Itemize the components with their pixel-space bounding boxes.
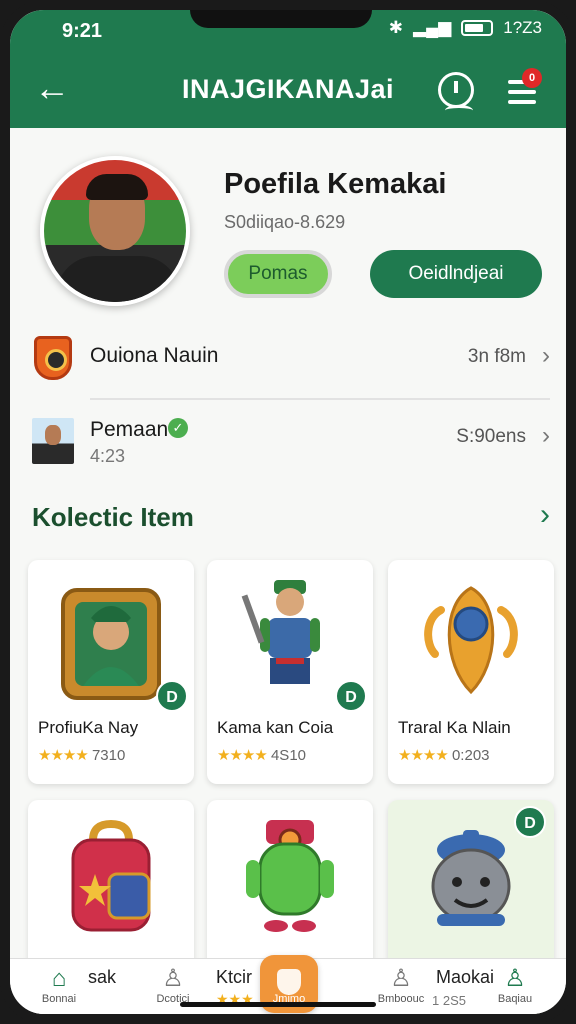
star-icon: ★★★★ — [217, 747, 268, 764]
star-icon: ★★★★ — [38, 747, 89, 764]
status-icons: ✱ ▂▄▆ 1?Z3 — [389, 18, 542, 38]
rating-value: 7310 — [91, 747, 126, 764]
verified-icon: ✓ — [168, 418, 188, 438]
phone-screen: 9:21 ✱ ▂▄▆ 1?Z3 ← INAJGIKANAJai 0 Poefil… — [0, 0, 576, 1024]
signal-icon: ▂▄▆ — [413, 18, 452, 37]
tab-extra-text: Ktcir — [216, 967, 252, 987]
rating-value: 4S10 — [270, 747, 307, 764]
avatar-hair — [86, 174, 148, 200]
notch — [190, 10, 372, 28]
card-rating: ★★★★ 7310 — [38, 746, 125, 764]
row-label: Ouiona Nauin — [90, 344, 219, 367]
tab-profile[interactable]: ♙ Dcotici — [138, 965, 208, 1005]
app-title: INAJGIKANAJai — [181, 74, 395, 104]
golden-horn-art — [424, 586, 518, 695]
status-time: 9:21 — [62, 20, 103, 42]
badge-d-icon: D — [335, 680, 367, 712]
collection-card[interactable]: D Kama kan Coia ★★★★ 4S10 — [207, 560, 373, 784]
user-icon: ♙ — [390, 965, 412, 992]
card-rating: ★★★★ 4S10 — [217, 746, 306, 764]
card-title: Kama kan Coia — [217, 718, 334, 737]
pomas-button[interactable]: Pomas — [224, 250, 332, 298]
user-icon: ♙ — [162, 965, 184, 992]
divider — [90, 398, 550, 400]
badge-d-icon: D — [156, 680, 188, 712]
row-meta: 3n f8m — [467, 346, 526, 367]
user-icon: ♙ — [504, 965, 526, 992]
profile-content: Poefila Kemakai S0diiqao-8.629 Pomas Oei… — [10, 128, 566, 1014]
collection-card[interactable]: Traral Ka Nlain ★★★★ 0:203 — [388, 560, 554, 784]
collection-card[interactable]: D ProfiuKa Nay ★★★★ 7310 — [28, 560, 194, 784]
bluetooth-icon: ✱ — [388, 18, 404, 37]
avatar-body — [56, 256, 180, 302]
star-icon: ★★★★ — [398, 747, 449, 764]
tab-extra-text: sak — [88, 967, 117, 987]
tab-label: Bmboouc — [377, 993, 425, 1005]
tab-label: Baqiau — [497, 993, 533, 1005]
status-bar: 9:21 ✱ ▂▄▆ 1?Z3 — [10, 10, 566, 54]
home-icon: ⌂ — [51, 965, 67, 992]
avatar[interactable] — [40, 156, 190, 306]
row-label: Pemaan — [90, 418, 169, 441]
notification-badge: 0 — [522, 68, 542, 88]
app-bar: ← INAJGIKANAJai 0 — [10, 54, 566, 128]
tab-community[interactable]: ♙ Bmboouc — [366, 965, 436, 1005]
row-meta: S:90ens — [456, 426, 526, 447]
framed-character-art — [61, 588, 161, 700]
profile-name: Poefila Kemakai — [224, 168, 447, 200]
tab-account[interactable]: ♙ Baqiau — [480, 965, 550, 1005]
profile-subtitle: S0diiqao-8.629 — [224, 212, 346, 232]
battery-icon — [461, 20, 494, 36]
section-title: Kolectic Item — [32, 502, 194, 532]
info-row-club[interactable]: Ouiona Nauin 3n f8m › — [10, 324, 566, 394]
follow-button[interactable]: Oeidlndjeai — [370, 250, 542, 298]
tab-label: Bonnai — [41, 993, 77, 1005]
card-title: ProfiuKa Nay — [38, 718, 139, 737]
backpack-art — [71, 819, 151, 932]
club-badge-icon — [34, 336, 72, 380]
card-rating: ★★★★ 0:203 — [398, 746, 490, 764]
rating-value: 0:203 — [451, 747, 490, 764]
info-icon[interactable] — [438, 72, 474, 108]
home-indicator[interactable] — [180, 1002, 376, 1007]
status-signal-text: 1?Z3 — [503, 18, 542, 37]
chevron-right-icon: › — [542, 422, 550, 449]
badge-d-icon: D — [514, 806, 546, 838]
row-sub: 4:23 — [90, 446, 126, 466]
blue-pot-art — [431, 830, 511, 926]
chevron-right-icon: › — [542, 342, 550, 369]
card-title: Traral Ka Nlain — [398, 718, 511, 737]
soldier-figure-art — [241, 580, 320, 684]
tab-home[interactable]: ⌂ Bonnai — [24, 965, 94, 1005]
tab-extra-number: 1 2S5 — [432, 993, 466, 1008]
info-row-player[interactable]: Pemaan ✓ 4:23 S:90ens › — [10, 410, 566, 480]
user-avatar-icon — [32, 418, 74, 464]
green-robot-art — [246, 820, 334, 932]
section-chevron-icon[interactable]: › — [540, 498, 550, 532]
